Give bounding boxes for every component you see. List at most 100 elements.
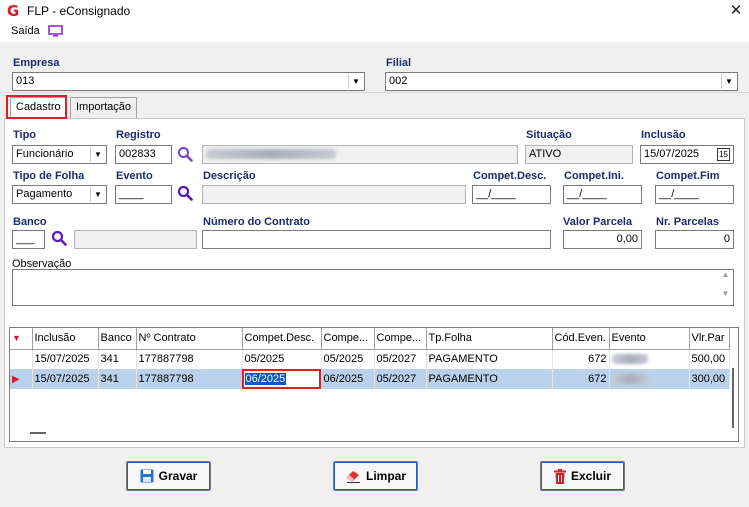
empresa-value: 013 bbox=[16, 75, 35, 87]
window-title: FLP - eConsignado bbox=[27, 4, 131, 18]
calendar-icon[interactable]: 15 bbox=[717, 148, 730, 161]
col-header[interactable]: Compe... bbox=[374, 328, 427, 350]
cell-focused[interactable]: 06/2025 bbox=[242, 369, 322, 389]
numero-contrato-input[interactable] bbox=[202, 230, 551, 249]
cell: 05/2027 bbox=[374, 349, 427, 369]
col-header[interactable]: Banco bbox=[98, 328, 137, 350]
compet-fim-label: Compet.Fim bbox=[656, 170, 720, 182]
cell: 177887798 bbox=[136, 369, 243, 389]
inclusao-date-input[interactable]: 15/07/2025 15 bbox=[640, 145, 734, 164]
grid-horizontal-scroll-thumb[interactable] bbox=[30, 432, 46, 434]
compet-ini-label: Compet.Ini. bbox=[564, 170, 624, 182]
numero-contrato-label: Número do Contrato bbox=[203, 216, 310, 228]
descricao-label: Descrição bbox=[203, 170, 256, 182]
divider bbox=[0, 92, 749, 93]
menu-saida[interactable]: Saída bbox=[11, 25, 40, 37]
inclusao-value: 15/07/2025 bbox=[644, 148, 700, 160]
table-row[interactable]: 15/07/2025 341 177887798 05/2025 05/2025… bbox=[10, 349, 730, 369]
banco-input[interactable]: ___ bbox=[12, 230, 45, 249]
registro-name-display bbox=[202, 145, 518, 164]
col-header[interactable]: Tp.Folha bbox=[426, 328, 553, 350]
compet-fim-input[interactable]: __/____ bbox=[655, 185, 734, 204]
empresa-select[interactable]: 013 ▼ bbox=[12, 72, 365, 91]
cell-redacted bbox=[609, 369, 690, 389]
descricao-display bbox=[202, 185, 466, 204]
observacao-scrollbar[interactable]: ▲ ▼ bbox=[718, 268, 733, 306]
tipo-folha-value: Pagamento bbox=[16, 188, 73, 200]
gravar-button[interactable]: Gravar bbox=[126, 461, 211, 491]
tipo-label: Tipo bbox=[13, 129, 37, 141]
nr-parcelas-input[interactable]: 0 bbox=[655, 230, 734, 249]
search-icon[interactable] bbox=[177, 146, 193, 162]
cell-editor-text[interactable]: 06/2025 bbox=[244, 373, 287, 385]
cell: 341 bbox=[98, 369, 137, 389]
chevron-down-icon[interactable]: ▼ bbox=[90, 187, 105, 202]
contracts-table: ▼ Inclusão Banco Nº Contrato Compet.Desc… bbox=[10, 328, 730, 389]
banco-name-display bbox=[74, 230, 197, 249]
tipo-folha-select[interactable]: Pagamento ▼ bbox=[12, 185, 107, 204]
row-indicator: ▶ bbox=[10, 369, 33, 389]
limpar-button[interactable]: Limpar bbox=[333, 461, 418, 491]
table-row-selected[interactable]: ▶ 15/07/2025 341 177887798 06/2025 06/20… bbox=[10, 369, 730, 389]
redacted-text bbox=[611, 374, 648, 385]
nr-parcelas-label: Nr. Parcelas bbox=[656, 216, 719, 228]
chevron-down-icon[interactable]: ▼ bbox=[348, 74, 363, 89]
observacao-textarea[interactable] bbox=[12, 269, 734, 306]
col-header[interactable]: Cód.Even. bbox=[552, 328, 610, 350]
cell: 15/07/2025 bbox=[32, 349, 99, 369]
redacted-text bbox=[206, 149, 336, 160]
contracts-grid[interactable]: ▼ Inclusão Banco Nº Contrato Compet.Desc… bbox=[9, 327, 739, 442]
search-icon[interactable] bbox=[177, 185, 193, 201]
cell: PAGAMENTO bbox=[426, 369, 553, 389]
tab-importacao[interactable]: Importação bbox=[70, 97, 137, 118]
col-header[interactable]: Compe... bbox=[321, 328, 375, 350]
monitor-icon[interactable] bbox=[48, 25, 63, 38]
cell: 177887798 bbox=[136, 349, 243, 369]
tipo-folha-label: Tipo de Folha bbox=[13, 170, 85, 182]
excluir-button[interactable]: Excluir bbox=[540, 461, 625, 491]
evento-label: Evento bbox=[116, 170, 153, 182]
trash-icon bbox=[553, 468, 566, 484]
row-indicator-header[interactable]: ▼ bbox=[10, 328, 33, 350]
chevron-down-icon[interactable]: ▼ bbox=[90, 147, 105, 162]
app-logo-icon: G bbox=[6, 2, 20, 20]
compet-desc-label: Compet.Desc. bbox=[473, 170, 547, 182]
gravar-label: Gravar bbox=[158, 469, 198, 483]
tipo-select[interactable]: Funcionário ▼ bbox=[12, 145, 107, 164]
evento-input[interactable]: ____ bbox=[115, 185, 172, 204]
banco-label: Banco bbox=[13, 216, 47, 228]
valor-parcela-input[interactable]: 0,00 bbox=[563, 230, 642, 249]
cell: PAGAMENTO bbox=[426, 349, 553, 369]
col-header[interactable]: Nº Contrato bbox=[136, 328, 243, 350]
cell: 672 bbox=[552, 349, 610, 369]
grid-vertical-scroll-thumb[interactable] bbox=[732, 368, 734, 428]
close-icon[interactable]: ✕ bbox=[726, 1, 746, 21]
cell: 05/2027 bbox=[374, 369, 427, 389]
registro-input[interactable]: 002833 bbox=[115, 145, 172, 164]
compet-desc-input[interactable]: __/____ bbox=[472, 185, 551, 204]
scroll-down-icon[interactable]: ▼ bbox=[718, 282, 733, 306]
col-header[interactable]: Compet.Desc. bbox=[242, 328, 322, 350]
excluir-label: Excluir bbox=[570, 469, 612, 483]
save-icon bbox=[140, 469, 154, 483]
cell: 300,00 bbox=[689, 369, 730, 389]
situacao-display: ATIVO bbox=[525, 145, 633, 164]
search-icon[interactable] bbox=[51, 230, 67, 246]
compet-ini-input[interactable]: __/____ bbox=[563, 185, 642, 204]
col-header[interactable]: Vlr.Par bbox=[689, 328, 730, 350]
valor-parcela-label: Valor Parcela bbox=[563, 216, 633, 228]
registro-label: Registro bbox=[116, 129, 161, 141]
filial-value: 002 bbox=[389, 75, 408, 87]
tipo-value: Funcionário bbox=[16, 148, 74, 160]
table-header: ▼ Inclusão Banco Nº Contrato Compet.Desc… bbox=[10, 328, 730, 350]
limpar-label: Limpar bbox=[365, 469, 406, 483]
chevron-down-icon[interactable]: ▼ bbox=[721, 74, 736, 89]
empresa-label: Empresa bbox=[13, 57, 60, 69]
scroll-up-icon[interactable]: ▲ bbox=[718, 268, 733, 282]
cell-redacted bbox=[609, 349, 690, 369]
cell: 500,00 bbox=[689, 349, 730, 369]
col-header[interactable]: Evento bbox=[609, 328, 690, 350]
col-header[interactable]: Inclusão bbox=[32, 328, 99, 350]
filial-select[interactable]: 002 ▼ bbox=[385, 72, 738, 91]
sort-down-icon: ▼ bbox=[12, 333, 21, 344]
